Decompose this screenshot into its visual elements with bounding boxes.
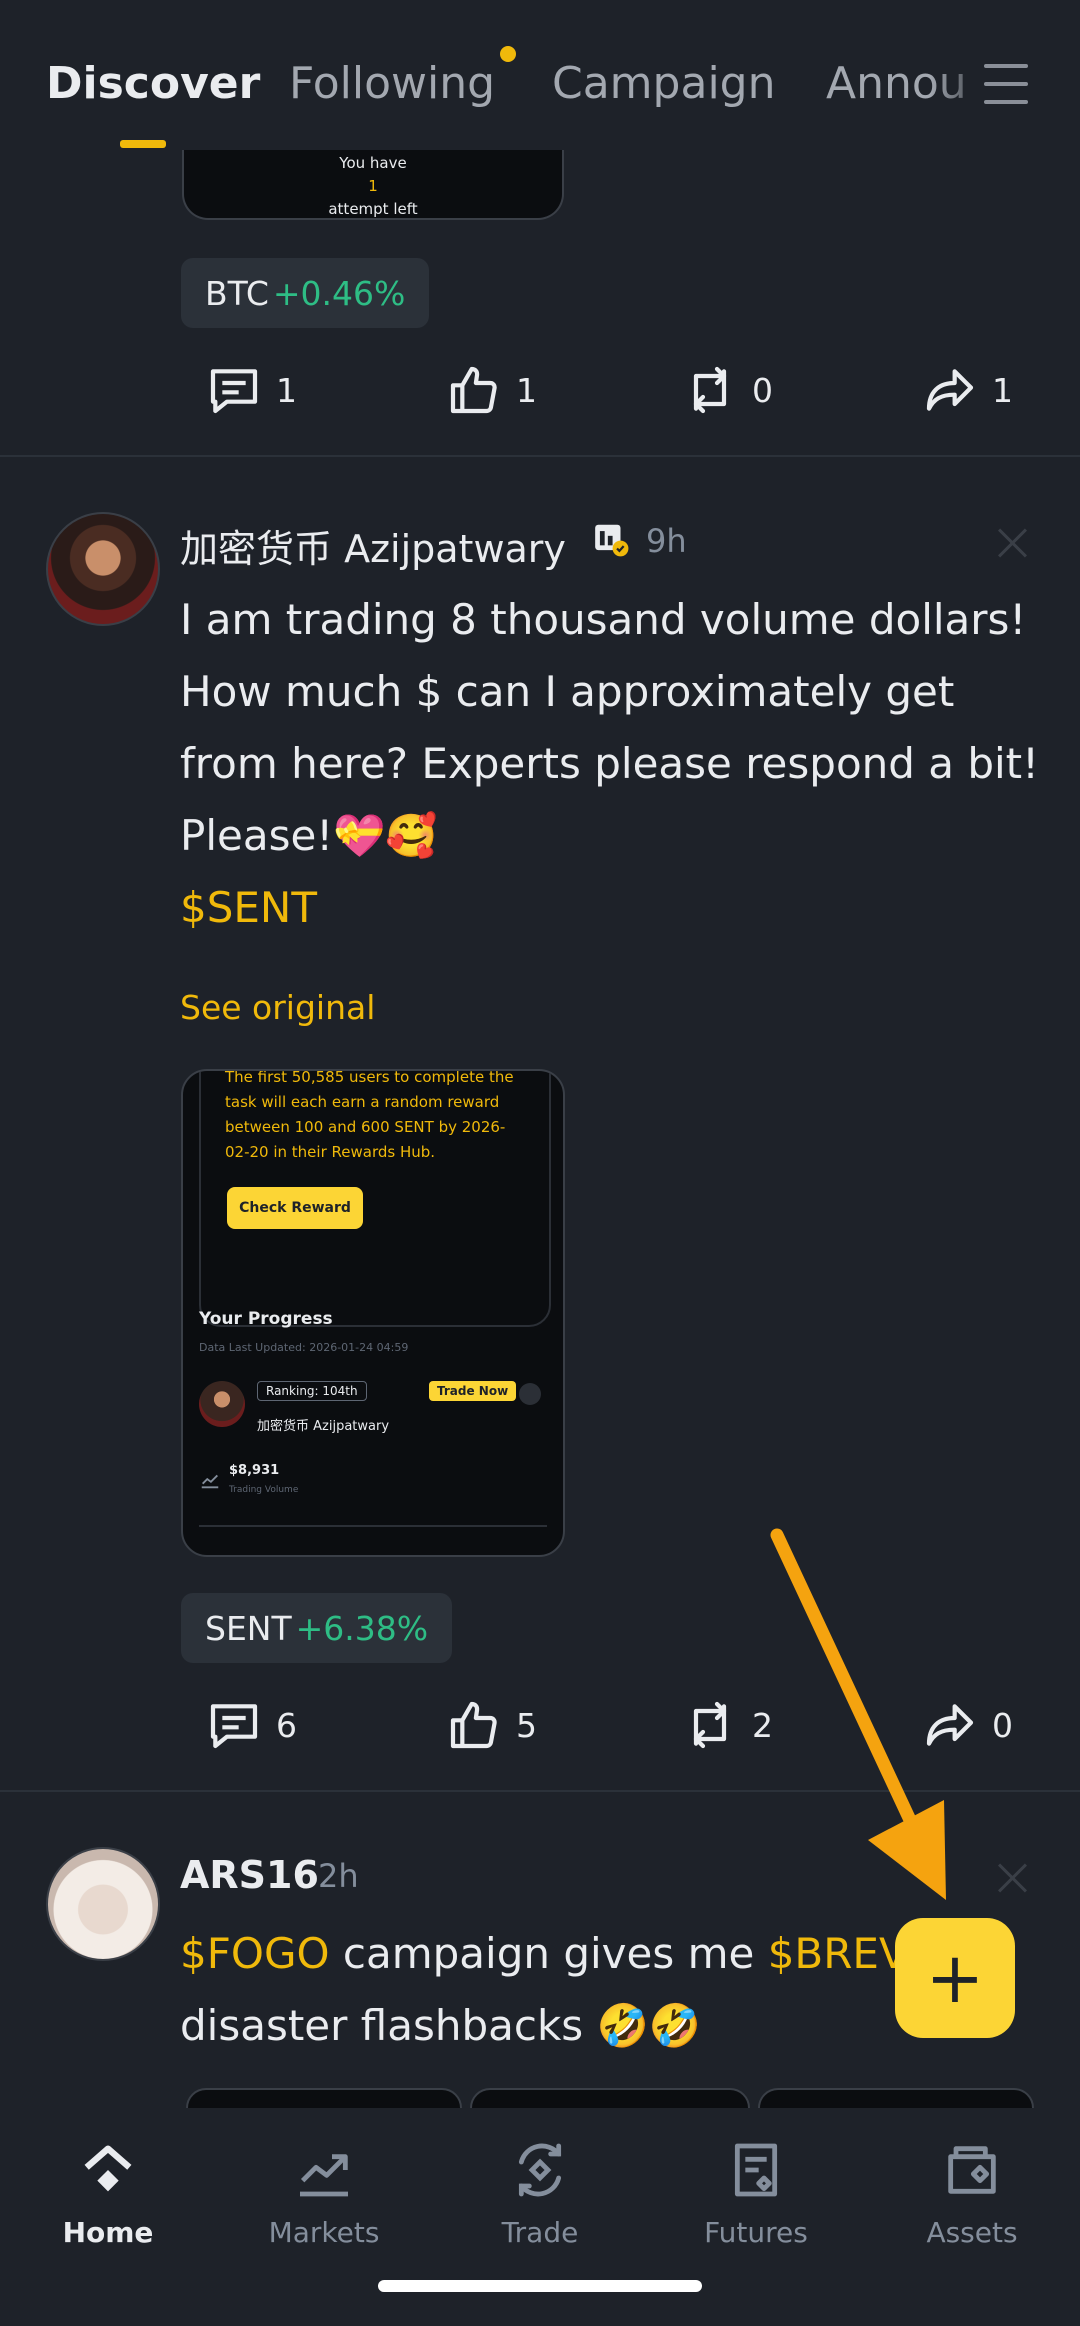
post-image[interactable]: The first 50,585 users to complete the t… [181, 1069, 565, 1557]
ticker-symbol: BTC [205, 273, 269, 313]
comment-button[interactable]: 6 [206, 1697, 297, 1753]
nav-label: Trade [501, 2216, 579, 2249]
repost-count: 0 [752, 370, 773, 410]
tab-following[interactable]: Following [289, 58, 495, 109]
image-text: attempt left [328, 200, 418, 218]
comment-icon [210, 369, 258, 414]
divider [199, 1525, 547, 1527]
avatar [199, 1381, 245, 1427]
see-original-link[interactable]: See original [180, 988, 375, 1027]
ticker-change: +6.38% [295, 1608, 429, 1648]
share-arrow-icon [926, 369, 974, 411]
repost-icon [693, 366, 727, 414]
post-text: disaster flashbacks 🤣🤣 [180, 2001, 702, 2050]
image-text: You have [339, 154, 407, 172]
nav-markets[interactable]: Markets [234, 2138, 414, 2249]
ticker-symbol: SENT [205, 1608, 292, 1648]
image-reward-text: The first 50,585 users to complete the t… [225, 1069, 514, 1161]
post-time: 2h [318, 1857, 359, 1895]
avatar[interactable] [46, 512, 160, 626]
top-tab-bar: Discover Following Campaign Annou [0, 0, 1080, 150]
nav-label: Home [62, 2216, 154, 2249]
post-divider [0, 455, 1080, 457]
comment-count: 1 [276, 370, 297, 410]
share-icon [519, 1383, 541, 1405]
avatar[interactable] [46, 1847, 160, 1961]
image-username: 加密货币 Azijpatwary [257, 1419, 390, 1434]
thumbs-up-icon [450, 1701, 497, 1749]
create-post-button[interactable]: + [895, 1918, 1015, 2038]
author-name[interactable]: 加密货币 Azijpatwary [180, 518, 566, 573]
hamburger-menu-icon[interactable] [984, 62, 1028, 106]
post-text: I am trading 8 thousand volume dollars! … [180, 595, 1039, 860]
active-tab-indicator [120, 140, 166, 148]
nav-trade[interactable]: Trade [450, 2138, 630, 2249]
home-indicator[interactable] [378, 2280, 702, 2292]
nav-assets[interactable]: Assets [882, 2138, 1062, 2249]
comment-count: 6 [276, 1705, 297, 1745]
tab-discover[interactable]: Discover [46, 58, 260, 109]
close-icon[interactable] [997, 1863, 1027, 1893]
like-button[interactable]: 5 [446, 1697, 537, 1753]
nav-label: Assets [926, 2216, 1018, 2249]
like-button[interactable]: 1 [446, 362, 537, 418]
ranking-badge: Ranking: 104th [257, 1381, 367, 1401]
tab-campaign[interactable]: Campaign [552, 58, 775, 109]
cashtag-sent[interactable]: $SENT [180, 883, 317, 932]
trade-now-button: Trade Now [429, 1381, 517, 1401]
repost-icon [693, 1701, 727, 1749]
wallet-icon [948, 2146, 996, 2194]
post-body[interactable]: I am trading 8 thousand volume dollars! … [180, 584, 1050, 944]
nav-futures[interactable]: Futures [666, 2138, 846, 2249]
verified-creator-badge-icon [595, 524, 629, 557]
futures-document-icon [734, 2143, 778, 2197]
comment-icon [210, 1704, 258, 1749]
thumbs-up-icon [450, 366, 497, 414]
share-arrow-icon [926, 1704, 974, 1746]
share-count: 0 [992, 1705, 1013, 1745]
share-button[interactable]: 1 [922, 362, 1013, 418]
like-count: 1 [516, 370, 537, 410]
markets-chart-icon [300, 2154, 348, 2197]
repost-button[interactable]: 2 [682, 1697, 773, 1753]
post-time: 9h [646, 522, 687, 560]
share-count: 1 [992, 370, 1013, 410]
nav-label: Markets [268, 2216, 380, 2249]
post-text: campaign gives me [329, 1929, 768, 1978]
check-reward-button: Check Reward [227, 1187, 363, 1229]
repost-button[interactable]: 0 [682, 362, 773, 418]
comment-button[interactable]: 1 [206, 362, 297, 418]
home-icon [84, 2145, 132, 2192]
progress-updated: Data Last Updated: 2026-01-24 04:59 [199, 1341, 409, 1354]
progress-title: Your Progress [199, 1309, 333, 1329]
ticker-pill-btc[interactable]: BTC +0.46% [181, 258, 430, 328]
following-notification-dot [500, 46, 516, 62]
ticker-change: +0.46% [272, 273, 406, 313]
repost-count: 2 [752, 1705, 773, 1745]
post-divider [0, 1790, 1080, 1792]
ticker-pill-sent[interactable]: SENT +6.38% [181, 1593, 453, 1663]
cashtag-brev[interactable]: $BREV [768, 1929, 908, 1978]
trading-volume-value: $8,931 [229, 1463, 280, 1478]
nav-home[interactable]: Home [18, 2138, 198, 2249]
nav-label: Futures [704, 2216, 808, 2249]
author-name[interactable]: ARS16 [180, 1853, 319, 1897]
close-icon[interactable] [997, 528, 1027, 558]
chart-icon [201, 1474, 219, 1489]
trading-volume-label: Trading Volume [229, 1485, 299, 1495]
like-count: 5 [516, 1705, 537, 1745]
cashtag-fogo[interactable]: $FOGO [180, 1929, 330, 1978]
trade-exchange-icon [518, 2143, 562, 2197]
bottom-navigation: Home Markets Trade Futures Assets [0, 2108, 1080, 2326]
share-button[interactable]: 0 [922, 1697, 1013, 1753]
image-text: 1 [368, 177, 378, 195]
